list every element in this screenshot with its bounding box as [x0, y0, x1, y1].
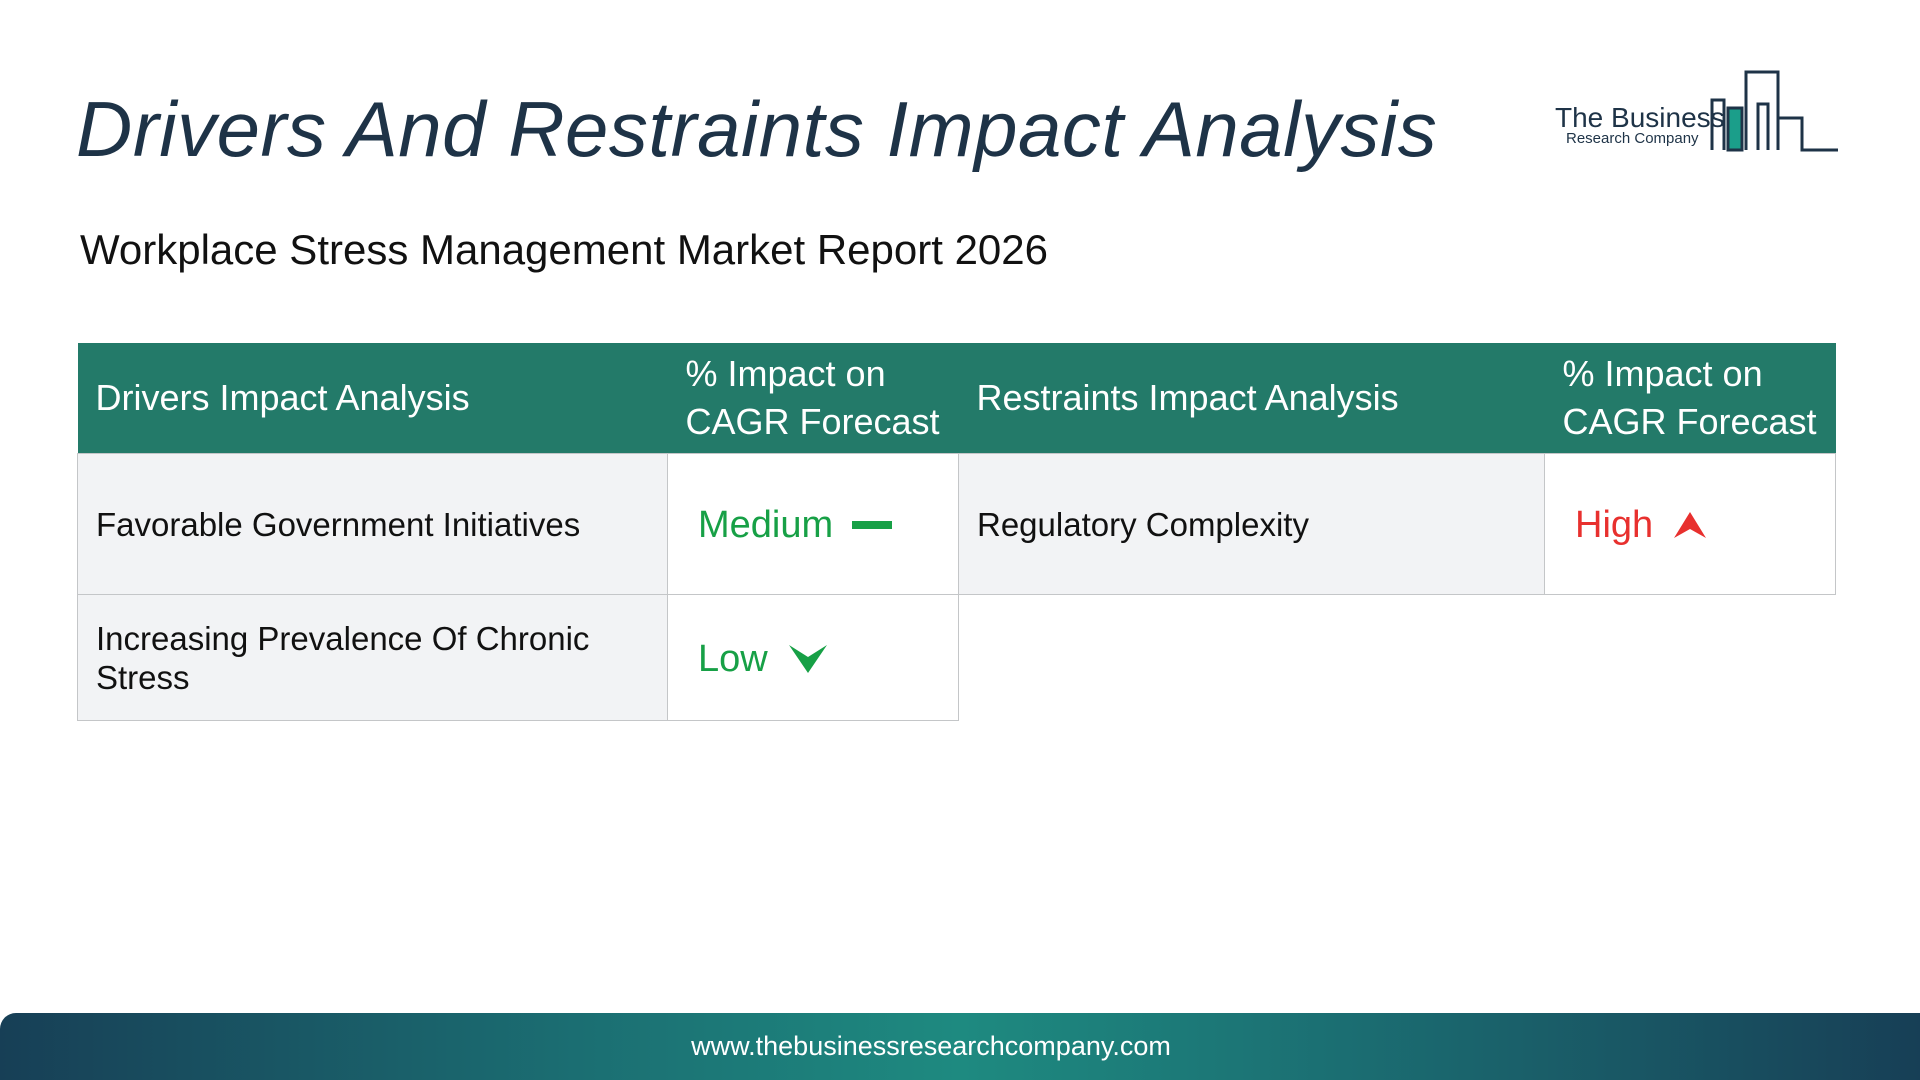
- driver-name: Increasing Prevalence Of Chronic Stress: [77, 594, 668, 721]
- empty-cell: [1544, 594, 1836, 721]
- driver-impact-level: Medium: [698, 503, 834, 546]
- restraint-name: Regulatory Complexity: [958, 453, 1545, 595]
- header-drivers: Drivers Impact Analysis: [77, 343, 668, 454]
- slide: Drivers And Restraints Impact Analysis W…: [0, 0, 1920, 1080]
- table-row: Favorable Government Initiatives Medium …: [77, 453, 1836, 595]
- footer-url[interactable]: www.thebusinessresearchcompany.com: [0, 1013, 1862, 1080]
- impact-table: Drivers Impact Analysis % Impact on CAGR…: [77, 343, 1836, 721]
- table-row: Increasing Prevalence Of Chronic Stress …: [77, 594, 1836, 721]
- restraint-impact-cell: High: [1544, 453, 1836, 595]
- restraint-impact-level: High: [1575, 503, 1654, 546]
- driver-name: Favorable Government Initiatives: [77, 453, 668, 595]
- footer-bar: www.thebusinessresearchcompany.com: [0, 1013, 1920, 1080]
- table-header-row: Drivers Impact Analysis % Impact on CAGR…: [77, 343, 1836, 454]
- driver-impact-cell: Low: [667, 594, 959, 721]
- driver-impact-cell: Medium: [667, 453, 959, 595]
- report-subtitle: Workplace Stress Management Market Repor…: [80, 226, 1049, 273]
- dash-icon: [852, 521, 893, 530]
- header-drivers-impact: % Impact on CAGR Forecast: [667, 343, 959, 454]
- page-title: Drivers And Restraints Impact Analysis: [76, 85, 1438, 173]
- driver-impact-level: Low: [698, 637, 768, 680]
- arrow-up-icon: [1674, 512, 1707, 539]
- company-logo: The Business Research Company: [1550, 64, 1840, 164]
- arrow-down-icon: [788, 644, 827, 673]
- empty-cell: [958, 594, 1545, 721]
- header-restraints: Restraints Impact Analysis: [958, 343, 1545, 454]
- logo-tagline: Research Company: [1566, 130, 1699, 147]
- header-restraints-impact: % Impact on CAGR Forecast: [1544, 343, 1836, 454]
- logo-bars-icon: [1710, 70, 1838, 152]
